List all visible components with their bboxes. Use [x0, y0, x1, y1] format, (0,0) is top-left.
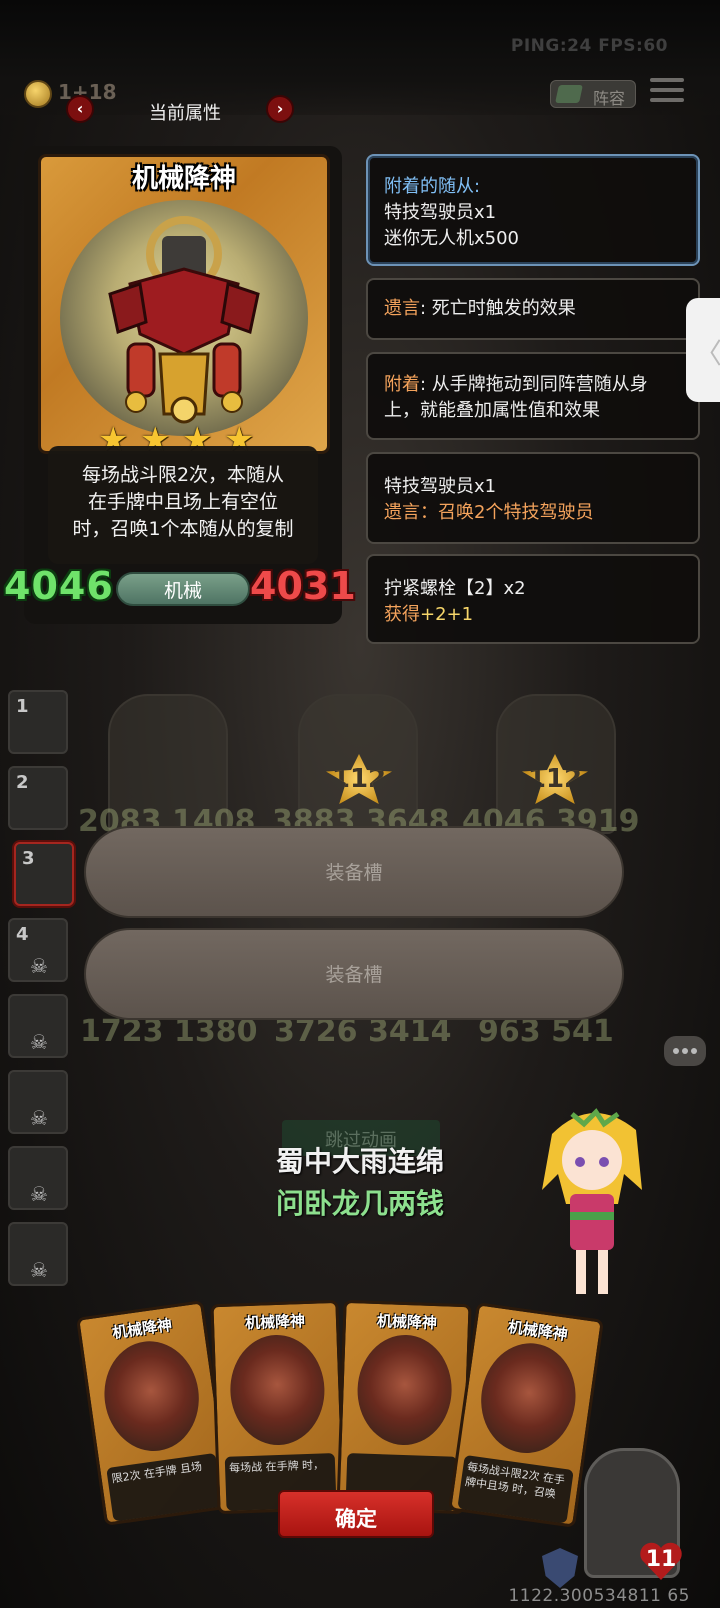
hamburger-menu-icon[interactable] [650, 78, 684, 106]
equip-slot-label: 装备槽 [325, 862, 383, 884]
attached-minions-panel: 附着的随从: 特技驾驶员x1 迷你无人机x500 [366, 154, 700, 266]
tighten-bolt-bonus: +2+1 [420, 604, 474, 625]
attach-keyword: 附着 [384, 374, 420, 395]
hand-card-desc: 每场战斗限2次 在手牌中且场 时，召唤 [457, 1454, 574, 1524]
card-title: 机械降神 [131, 164, 236, 194]
lineup-slot-active[interactable]: 3 [14, 842, 74, 906]
lineup-slot[interactable]: ☠ [8, 1070, 68, 1134]
hand-card-title: 机械降神 [244, 1312, 306, 1333]
card-description-line: 时，召唤1个本随从的复制 [72, 518, 294, 540]
hand-card[interactable]: 机械降神 每场战 在手牌 时， [210, 1299, 346, 1515]
hand-card-art [474, 1337, 583, 1460]
lineup-slot[interactable]: 1 [8, 690, 68, 754]
stunt-driver-keyword: 遗言 [384, 502, 420, 523]
hand-card-desc: 限2次 在手牌 且场 [106, 1452, 223, 1522]
ping-fps-readout: PING:24 FPS:60 [510, 36, 668, 56]
shield-icon [542, 1548, 578, 1588]
lineup-slot[interactable]: ☠ [8, 994, 68, 1058]
skull-icon: ☠ [30, 1258, 48, 1282]
equip-slot-label: 装备槽 [325, 964, 383, 986]
attach-text: : 从手牌拖动到同阵营随从身 [420, 374, 648, 395]
attach-panel: 附着: 从手牌拖动到同阵营随从身 上，就能叠加属性值和效果 [366, 352, 700, 440]
chat-bubble-icon[interactable] [664, 1036, 706, 1066]
lineup-button[interactable]: 阵容 [550, 80, 636, 108]
hand-card[interactable]: 机械降神 限2次 在手牌 且场 [76, 1300, 232, 1526]
tighten-bolt-prefix: 获得 [384, 604, 420, 625]
attached-line: 迷你无人机x500 [384, 228, 520, 249]
confirm-label: 确定 [335, 1507, 377, 1531]
robot-illustration [108, 216, 260, 424]
hand-card-art [228, 1333, 327, 1447]
deathrattle-panel: 遗言: 死亡时触发的效果 [366, 278, 700, 340]
side-drawer-tab[interactable]: 〈 [686, 298, 720, 402]
card-description-line: 每场战斗限2次，本随从 [81, 464, 285, 486]
lineup-slot[interactable]: 4 ☠ [8, 918, 68, 982]
attack-value: 4046 [4, 564, 114, 608]
attached-label: 附着的随从: [384, 176, 481, 197]
card-description: 每场战斗限2次，本随从 在手牌中且场上有空位 时，召唤1个本随从的复制 [52, 462, 314, 543]
skull-icon: ☠ [30, 1106, 48, 1130]
attached-line: 特技驾驶员x1 [384, 202, 497, 223]
skull-icon: ☠ [30, 1030, 48, 1054]
hand-card[interactable]: 机械降神 每场战斗限2次 在手牌中且场 时，召唤 [448, 1302, 604, 1528]
lineup-icon [555, 85, 583, 103]
stunt-driver-title: 特技驾驶员x1 [384, 476, 497, 497]
health-value: 4031 [250, 564, 356, 608]
race-label: 机械 [163, 580, 202, 602]
hand-card-title: 机械降神 [376, 1312, 438, 1333]
attr-title: 当前属性 [149, 103, 221, 124]
lineup-slot[interactable]: 2 [8, 766, 68, 830]
tighten-bolt-panel: 拧紧螺栓【2】x2 获得+2+1 [366, 554, 700, 644]
attach-text: 上，就能叠加属性值和效果 [384, 400, 600, 421]
player-uid: 1122.300534811 65 [508, 1586, 690, 1606]
next-arrow-button[interactable]: › [266, 95, 294, 123]
mascot-character [542, 1108, 642, 1294]
lineup-slot[interactable]: ☠ [8, 1222, 68, 1286]
coin-icon [24, 80, 52, 108]
deathrattle-text: : 死亡时触发的效果 [420, 298, 576, 319]
equip-slot[interactable]: 装备槽 [84, 826, 624, 918]
stunt-driver-text: ：召唤2个特技驾驶员 [420, 502, 594, 523]
deathrattle-keyword: 遗言 [384, 298, 420, 319]
prev-arrow-button[interactable]: ‹ [66, 95, 94, 123]
lineup-label: 阵容 [592, 89, 625, 108]
tighten-bolt-title: 拧紧螺栓【2】x2 [384, 578, 526, 599]
chevron-left-icon: 〈 [694, 337, 720, 370]
hand-card-art [355, 1333, 454, 1447]
card-description-line: 在手牌中且场上有空位 [87, 491, 278, 513]
confirm-button[interactable]: 确定 [278, 1490, 434, 1538]
stunt-driver-panel: 特技驾驶员x1 遗言：召唤2个特技驾驶员 [366, 452, 700, 544]
equip-slot[interactable]: 装备槽 [84, 928, 624, 1020]
skull-icon: ☠ [30, 954, 48, 978]
hand-card-art [97, 1335, 206, 1458]
